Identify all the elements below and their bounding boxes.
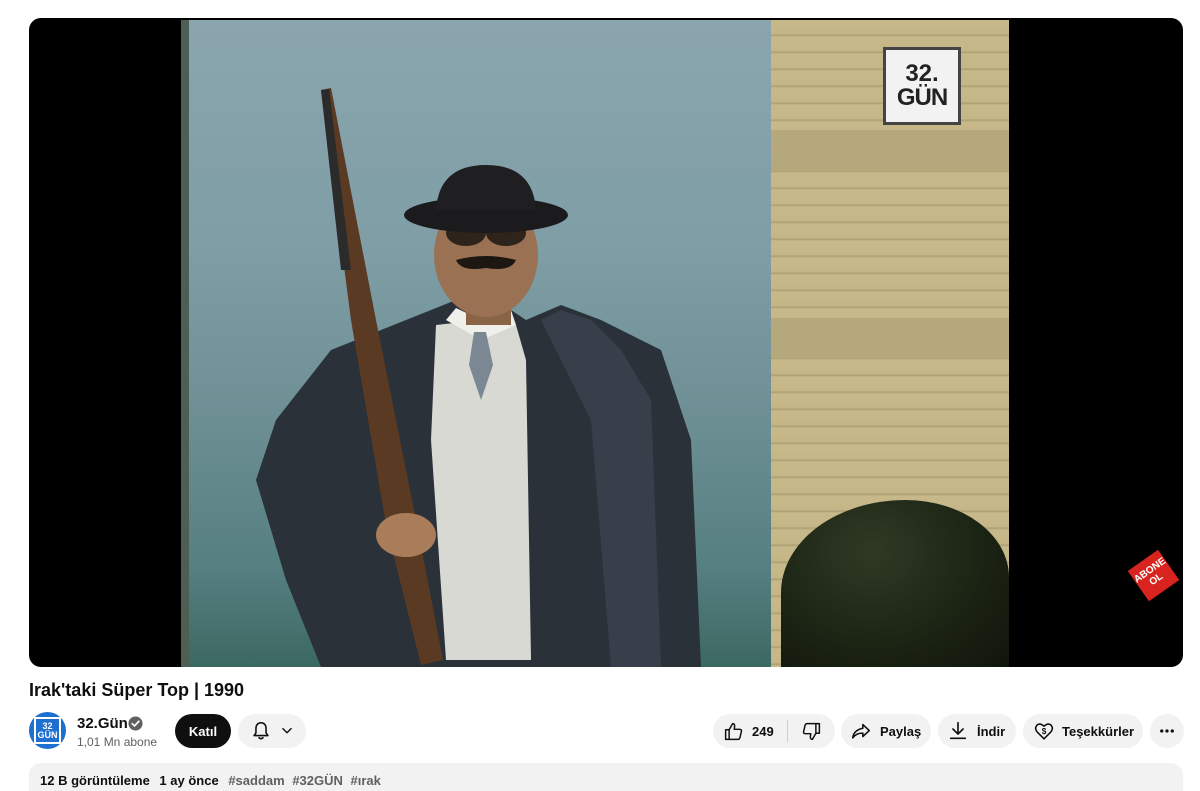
download-icon <box>949 721 967 740</box>
heart-dollar-icon: $ <box>1034 723 1054 740</box>
verified-check-icon <box>128 716 143 731</box>
thanks-button[interactable]: $ Teşekkürler <box>1023 714 1143 748</box>
dislike-button[interactable] <box>788 714 835 748</box>
avatar-line2: GÜN <box>37 729 58 740</box>
join-button[interactable]: Katıl <box>175 714 231 748</box>
like-dislike-group: 249 <box>713 714 835 748</box>
download-button[interactable]: İndir <box>938 714 1016 748</box>
channel-name[interactable]: 32.Gün <box>77 715 128 732</box>
like-button[interactable]: 249 <box>713 714 787 748</box>
share-icon <box>851 723 871 739</box>
channel-watermark-logo: 32. GÜN <box>883 47 961 125</box>
share-button[interactable]: Paylaş <box>841 714 931 748</box>
watermark-line2: GÜN <box>896 84 948 111</box>
watermark-line1: 32. <box>905 60 939 87</box>
like-count: 249 <box>752 723 774 739</box>
subscribe-badge[interactable]: ABONE OL <box>1127 549 1180 602</box>
bell-icon <box>253 721 269 740</box>
hashtag-link[interactable]: #32GÜN <box>292 773 343 788</box>
thumbs-down-icon <box>802 722 821 740</box>
notification-bell-button[interactable] <box>238 714 306 748</box>
video-title: Irak'taki Süper Top | 1990 <box>29 680 245 700</box>
chevron-down-icon <box>282 727 292 734</box>
more-horizontal-icon <box>1160 729 1174 733</box>
upload-date: 1 ay önce <box>159 773 219 788</box>
share-label: Paylaş <box>880 723 922 739</box>
view-count: 12 B görüntüleme <box>40 773 150 788</box>
thanks-label: Teşekkürler <box>1062 723 1135 739</box>
svg-text:$: $ <box>1042 727 1047 736</box>
thumbs-up-icon <box>724 722 743 740</box>
hashtag-link[interactable]: #ırak <box>351 773 381 788</box>
description-box[interactable]: 12 B görüntüleme 1 ay önce #saddam #32GÜ… <box>29 763 1183 791</box>
subscriber-count: 1,01 Mn abone <box>77 735 158 749</box>
channel-avatar[interactable]: 32 GÜN <box>29 712 66 749</box>
more-actions-button[interactable] <box>1150 714 1184 748</box>
video-player[interactable]: 32. GÜN ABONE OL <box>29 18 1183 667</box>
download-label: İndir <box>977 723 1006 739</box>
hashtag-link[interactable]: #saddam <box>228 773 284 788</box>
